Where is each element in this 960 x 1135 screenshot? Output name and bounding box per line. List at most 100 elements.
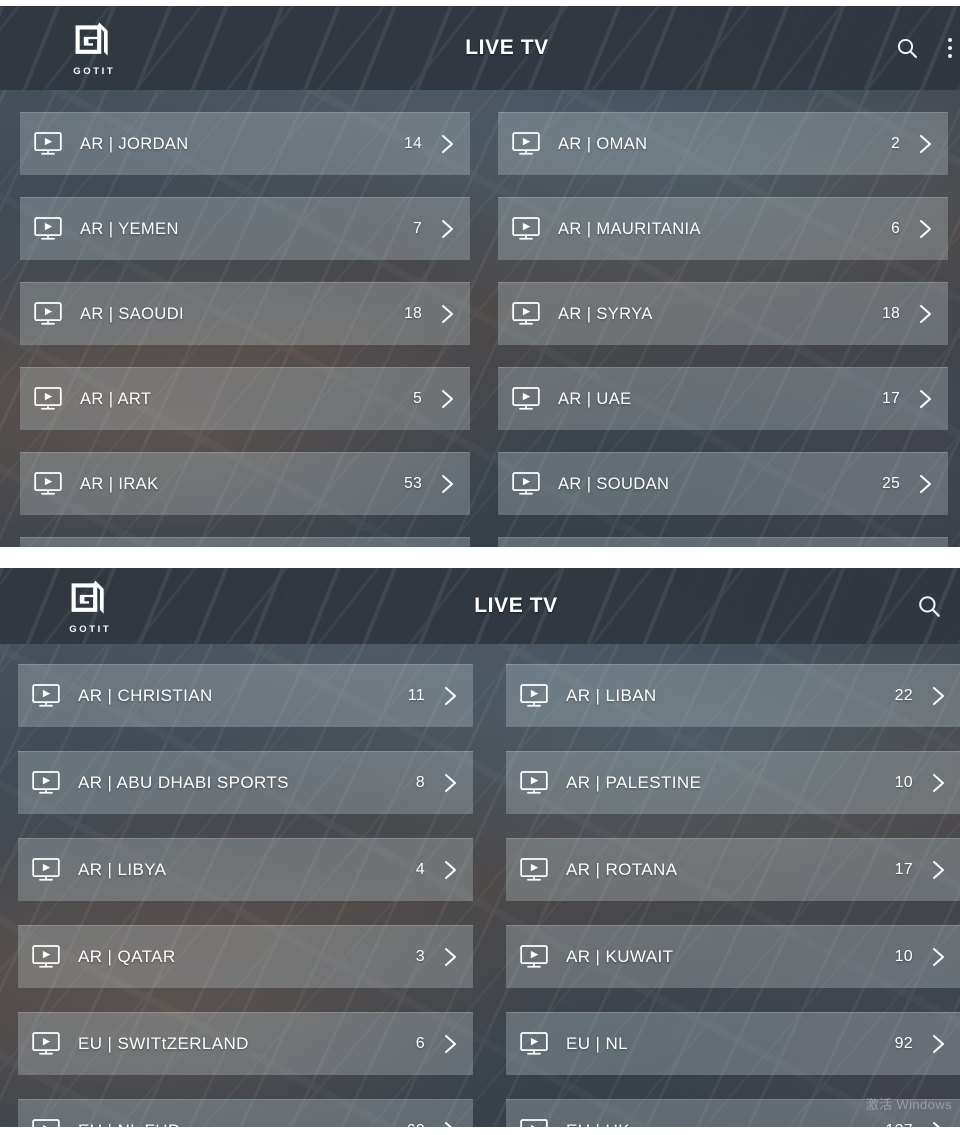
channel-category-row[interactable]: AR | ABU DHABI SPORTS 8 [18, 751, 473, 814]
search-button[interactable] [912, 589, 946, 623]
channel-count: 2 [891, 135, 900, 152]
chevron-right-icon [933, 948, 944, 966]
tv-play-icon [520, 1032, 548, 1055]
tv-play-icon [32, 684, 60, 707]
channel-category-row[interactable]: AR | PALESTINE 10 [506, 751, 960, 814]
channel-category-row[interactable]: AR | ROTANA 17 [506, 838, 960, 901]
channel-category-row[interactable]: AR | CHRISTIAN11 [20, 537, 470, 547]
channel-count: 53 [404, 475, 422, 492]
channel-count: 18 [404, 305, 422, 322]
channel-category-grid-bottom: AR | CHRISTIAN 11 AR | LIBAN 22 AR | ABU DHA… [0, 644, 960, 1135]
header-actions [912, 589, 946, 623]
app-header-bottom: GOTIT LIVE TV [0, 568, 960, 644]
category-label: AR | KUWAIT [566, 947, 674, 966]
category-label: AR | PALESTINE [566, 773, 702, 792]
category-label: AR | IRAK [80, 474, 159, 493]
channel-category-row[interactable]: AR | SYRYA 18 [498, 282, 948, 345]
channel-count: 92 [894, 1035, 913, 1052]
tv-play-icon [32, 858, 60, 881]
chevron-right-icon [442, 220, 453, 238]
panel-divider [0, 547, 960, 568]
chevron-right-icon [445, 687, 456, 705]
tv-play-icon [32, 945, 60, 968]
chevron-right-icon [933, 774, 944, 792]
tv-play-icon [32, 1032, 60, 1055]
brand-logo: GOTIT [58, 577, 120, 635]
page-title: LIVE TV [474, 594, 558, 617]
channel-category-row[interactable]: AR | CHRISTIAN11 [18, 664, 473, 727]
channel-category-row[interactable]: AR | ART 5 [20, 367, 470, 430]
channel-category-row[interactable]: AR | QATAR 3 [18, 925, 473, 988]
channel-category-row[interactable]: AR | YEMEN 7 [20, 197, 470, 260]
tv-play-icon [512, 132, 540, 155]
more-vertical-icon [948, 54, 952, 58]
tv-play-icon [512, 217, 540, 240]
tv-play-icon [34, 472, 62, 495]
gotit-logo-icon [75, 22, 108, 56]
channel-category-row[interactable]: EU | SWITtZERLAND 6 [18, 1012, 473, 1075]
category-label: AR | QATAR [78, 947, 176, 966]
channel-category-row[interactable]: AR | OMAN 2 [498, 112, 948, 175]
chevron-right-icon [445, 1035, 456, 1053]
tv-play-icon [512, 387, 540, 410]
channel-category-row[interactable]: AR | MAURITANIA 6 [498, 197, 948, 260]
channel-category-row[interactable]: AR | IRAK 53 [20, 452, 470, 515]
chevron-right-icon [442, 305, 453, 323]
channel-category-grid-top: AR | JORDAN 14 AR | OMAN 2 AR | YEMEN 7 AR | M… [0, 90, 960, 547]
channel-count: 7 [413, 220, 422, 237]
tv-play-icon [520, 945, 548, 968]
channel-category-row[interactable]: AR | SAOUDI 18 [20, 282, 470, 345]
channel-category-row[interactable]: AR | LIBYA 4 [18, 838, 473, 901]
overflow-menu-button[interactable] [940, 31, 960, 65]
channel-count: 8 [415, 774, 425, 791]
channel-count: 17 [882, 390, 900, 407]
live-tv-screen-top: GOTIT LIVE TV AR | JORDAN 14 AR | OMAN 2 AR … [0, 6, 960, 547]
more-vertical-icon [948, 46, 952, 50]
chevron-right-icon [442, 390, 453, 408]
channel-category-row[interactable]: AR | LIBAN22 [498, 537, 948, 547]
channel-category-row[interactable]: AR | LIBAN 22 [506, 664, 960, 727]
channel-category-row[interactable]: AR | KUWAIT 10 [506, 925, 960, 988]
channel-count: 17 [894, 861, 913, 878]
channel-count: 14 [404, 135, 422, 152]
channel-category-row[interactable]: AR | SOUDAN 25 [498, 452, 948, 515]
category-label: AR | MAURITANIA [558, 219, 701, 238]
category-label: AR | SOUDAN [558, 474, 670, 493]
search-icon [919, 596, 940, 617]
chevron-right-icon [933, 861, 944, 879]
channel-count: 22 [894, 687, 913, 704]
tv-play-icon [34, 387, 62, 410]
channel-count: 4 [415, 861, 425, 878]
tv-play-icon [512, 302, 540, 325]
chevron-right-icon [920, 475, 931, 493]
chevron-right-icon [442, 135, 453, 153]
channel-count: 5 [413, 390, 422, 407]
category-label: AR | LIBAN [566, 686, 657, 705]
channel-count: 10 [894, 948, 913, 965]
category-label: AR | CHRISTIAN [78, 686, 213, 705]
channel-count: 3 [415, 948, 425, 965]
app-header-top: GOTIT LIVE TV [0, 6, 960, 90]
channel-category-row[interactable]: AR | JORDAN 14 [20, 112, 470, 175]
chevron-right-icon [445, 774, 456, 792]
channel-count: 10 [894, 774, 913, 791]
category-label: AR | JORDAN [80, 134, 189, 153]
channel-count: 18 [882, 305, 900, 322]
category-label: AR | UAE [558, 389, 632, 408]
category-label: EU | NL [566, 1034, 629, 1053]
channel-count: 6 [415, 1035, 425, 1052]
chevron-right-icon [933, 687, 944, 705]
category-label: AR | LIBYA [78, 860, 167, 879]
search-button[interactable] [890, 31, 924, 65]
brand-logo-text: GOTIT [69, 624, 112, 635]
tv-play-icon [512, 472, 540, 495]
channel-category-row[interactable]: AR | UAE 17 [498, 367, 948, 430]
search-icon [897, 38, 918, 59]
category-label: AR | ABU DHABI SPORTS [78, 773, 289, 792]
bottom-white-strip [0, 1127, 960, 1135]
tv-play-icon [520, 858, 548, 881]
brand-logo: GOTIT [62, 19, 124, 77]
tv-play-icon [520, 771, 548, 794]
channel-category-row[interactable]: EU | NL 92 [506, 1012, 960, 1075]
tv-play-icon [34, 217, 62, 240]
